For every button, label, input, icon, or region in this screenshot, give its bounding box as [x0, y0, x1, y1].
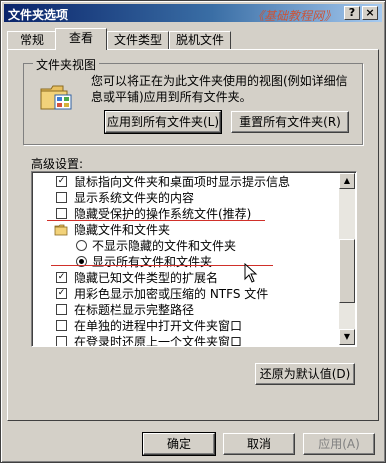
scroll-thumb[interactable] — [339, 239, 355, 303]
checkbox[interactable] — [56, 192, 67, 203]
list-item-label: 隐藏文件和文件夹 — [74, 223, 171, 237]
folder-icon — [54, 224, 68, 236]
scroll-up-icon[interactable]: ▲ — [339, 173, 355, 189]
vertical-scrollbar[interactable]: ▲ ▼ — [339, 173, 355, 345]
checkbox[interactable]: ✓ — [56, 272, 67, 283]
advanced-settings-label: 高级设置: — [31, 157, 84, 171]
checkbox[interactable] — [56, 336, 67, 346]
window-title: 文件夹选项 — [8, 8, 69, 22]
mouse-cursor-icon — [244, 263, 258, 283]
list-item-label: 在登录时还原上一个文件夹窗口 — [74, 335, 243, 347]
list-item-label: 显示所有文件和文件夹 — [92, 255, 213, 269]
checkbox[interactable]: ✓ — [56, 176, 67, 187]
annotation-underline — [51, 265, 273, 266]
advanced-settings-list[interactable]: ✓ 鼠标指向文件夹和桌面项时显示提示信息 显示系统文件夹的内容 隐藏受保护的操作… — [31, 171, 357, 347]
list-item-label: 鼠标指向文件夹和桌面项时显示提示信息 — [74, 175, 291, 189]
tab-file-types[interactable]: 文件类型 — [107, 31, 169, 49]
help-button[interactable]: ? — [344, 6, 360, 20]
restore-defaults-button[interactable]: 还原为默认值(D) — [255, 363, 355, 385]
close-button[interactable]: × — [362, 6, 378, 20]
folder-views-label: 文件夹视图 — [33, 56, 100, 73]
title-bar[interactable]: 文件夹选项 《基础教程网》 ? × — [4, 4, 382, 23]
checkbox[interactable] — [56, 208, 67, 219]
checkbox[interactable]: ✓ — [56, 288, 67, 299]
radio-button[interactable] — [76, 240, 87, 251]
folder-views-description: 您可以将正在为此文件夹使用的视图(例如详细信息或平铺)应用到所有文件夹。 — [91, 74, 348, 104]
folder-options-dialog: 文件夹选项 《基础教程网》 ? × 常规 查看 文件类型 脱机文件 文件夹视图 … — [0, 0, 386, 463]
ok-button[interactable]: 确定 — [142, 432, 216, 456]
list-item-label: 隐藏已知文件类型的扩展名 — [74, 271, 219, 285]
checkbox[interactable] — [56, 304, 67, 315]
folder-views-icon — [40, 85, 72, 110]
watermark-text: 《基础教程网》 — [252, 9, 337, 23]
apply-button[interactable]: 应用(A) — [303, 433, 375, 455]
annotation-underline — [47, 220, 265, 221]
list-item-label: 显示系统文件夹的内容 — [74, 191, 195, 205]
cancel-button[interactable]: 取消 — [223, 433, 295, 455]
tab-general[interactable]: 常规 — [7, 31, 57, 49]
list-item-label: 在标题栏显示完整路径 — [74, 303, 195, 317]
list-item-label: 不显示隐藏的文件和文件夹 — [92, 239, 237, 253]
scroll-down-icon[interactable]: ▼ — [339, 329, 355, 345]
tab-offline-files[interactable]: 脱机文件 — [169, 31, 231, 49]
list-item-label: 在单独的进程中打开文件夹窗口 — [74, 319, 243, 333]
reset-all-folders-button[interactable]: 重置所有文件夹(R) — [231, 111, 349, 133]
apply-to-all-folders-button[interactable]: 应用到所有文件夹(L) — [104, 110, 222, 134]
tab-view[interactable]: 查看 — [55, 28, 107, 50]
list-item-label: 用彩色显示加密或压缩的 NTFS 文件 — [74, 287, 269, 301]
checkbox[interactable] — [56, 320, 67, 331]
